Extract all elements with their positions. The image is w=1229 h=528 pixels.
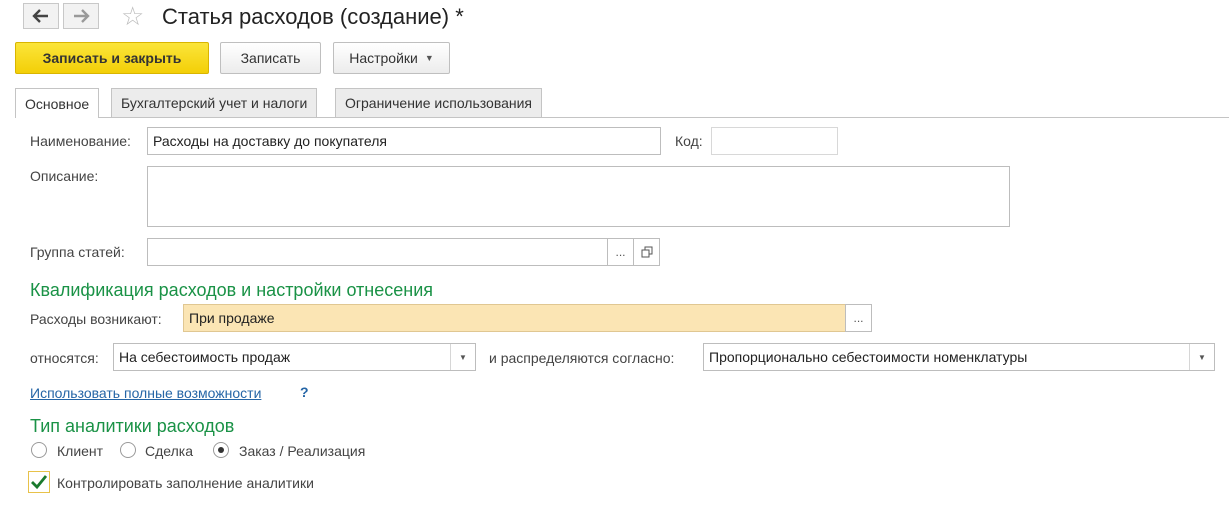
tab-usage-restriction[interactable]: Ограничение использования bbox=[335, 88, 543, 117]
radio-order[interactable] bbox=[213, 442, 229, 458]
forward-button[interactable] bbox=[63, 3, 99, 29]
group-label: Группа статей: bbox=[30, 244, 125, 260]
radio-deal-label[interactable]: Сделка bbox=[145, 443, 193, 459]
relate-label: относятся: bbox=[30, 350, 99, 366]
code-input[interactable] bbox=[711, 127, 838, 155]
analytics-heading: Тип аналитики расходов bbox=[30, 416, 235, 436]
save-button[interactable]: Записать bbox=[220, 42, 321, 74]
page-title: Статья расходов (создание) * bbox=[162, 4, 464, 29]
help-icon[interactable]: ? bbox=[300, 384, 309, 400]
dropdown-arrow-icon[interactable]: ▼ bbox=[1189, 344, 1214, 370]
tab-divider bbox=[15, 117, 1229, 118]
settings-button-label: Настройки bbox=[349, 50, 418, 66]
radio-deal[interactable] bbox=[120, 442, 136, 458]
tab-label: Основное bbox=[25, 95, 90, 112]
group-select-button[interactable]: ... bbox=[607, 238, 634, 266]
distribute-label: и распределяются согласно: bbox=[489, 350, 675, 366]
chevron-down-icon: ▼ bbox=[424, 53, 434, 63]
tab-accounting[interactable]: Бухгалтерский учет и налоги bbox=[111, 88, 318, 117]
distribute-value: Пропорционально себестоимости номенклату… bbox=[709, 349, 1028, 365]
qualification-heading: Квалификация расходов и настройки отнесе… bbox=[30, 280, 434, 300]
relate-value: На себестоимость продаж bbox=[119, 349, 291, 365]
arrow-right-icon bbox=[74, 9, 90, 23]
description-textarea[interactable] bbox=[147, 166, 1010, 227]
settings-button[interactable]: Настройки ▼ bbox=[333, 42, 450, 74]
code-label: Код: bbox=[675, 133, 703, 149]
name-label: Наименование: bbox=[30, 133, 131, 149]
arise-input[interactable]: При продаже bbox=[183, 304, 846, 332]
back-button[interactable] bbox=[23, 3, 59, 29]
description-label: Описание: bbox=[30, 168, 99, 184]
open-icon[interactable] bbox=[633, 238, 660, 266]
radio-client[interactable] bbox=[31, 442, 47, 458]
group-input[interactable] bbox=[147, 238, 608, 266]
tab-label: Бухгалтерский учет и налоги bbox=[121, 95, 308, 111]
full-features-link[interactable]: Использовать полные возможности bbox=[30, 385, 261, 401]
radio-client-label[interactable]: Клиент bbox=[57, 443, 103, 459]
relate-select[interactable]: На себестоимость продаж ▼ bbox=[113, 343, 476, 371]
arrow-left-icon bbox=[32, 9, 48, 23]
arise-label: Расходы возникают: bbox=[30, 311, 162, 327]
distribute-select[interactable]: Пропорционально себестоимости номенклату… bbox=[703, 343, 1215, 371]
star-icon[interactable]: ☆ bbox=[121, 2, 144, 30]
radio-selected-dot bbox=[218, 447, 224, 453]
arise-select-button[interactable]: ... bbox=[845, 304, 872, 332]
dropdown-arrow-icon[interactable]: ▼ bbox=[450, 344, 475, 370]
radio-order-label[interactable]: Заказ / Реализация bbox=[239, 443, 365, 459]
tab-main[interactable]: Основное bbox=[15, 88, 100, 118]
save-and-close-button[interactable]: Записать и закрыть bbox=[15, 42, 209, 74]
name-input[interactable]: Расходы на доставку до покупателя bbox=[147, 127, 661, 155]
control-analytics-checkbox[interactable] bbox=[28, 471, 50, 493]
tab-label: Ограничение использования bbox=[345, 95, 533, 111]
checkmark-icon bbox=[31, 475, 48, 490]
open-copy-icon bbox=[641, 246, 652, 258]
control-analytics-label[interactable]: Контролировать заполнение аналитики bbox=[57, 475, 314, 491]
